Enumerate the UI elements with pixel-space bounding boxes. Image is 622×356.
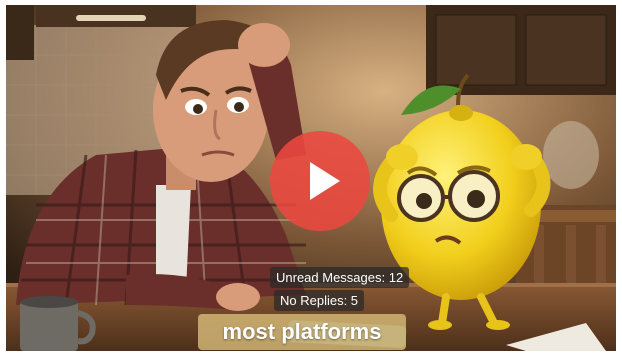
video-player[interactable]: Unread Messages: 12 No Replies: 5 most p… xyxy=(6,5,616,351)
no-replies-label: No Replies: 5 xyxy=(274,290,365,311)
caption-subtitle: most platforms xyxy=(198,314,406,350)
unread-messages-label: Unread Messages: 12 xyxy=(270,267,410,288)
play-icon xyxy=(310,162,340,200)
play-button[interactable] xyxy=(270,131,370,231)
